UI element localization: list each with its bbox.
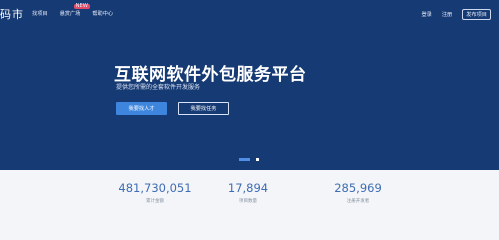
stat-label: 注册开发者 <box>346 199 370 204</box>
login-link[interactable]: 登录 <box>421 11 431 18</box>
logo[interactable]: 码市 <box>0 6 24 22</box>
hero-banner: 码市 找项目 悬赏广场 NEW 帮助中心 登录 注册 发布项目 互联网软件外包服… <box>0 0 499 170</box>
nav-item-help[interactable]: 帮助中心 <box>92 10 113 17</box>
carousel-indicators <box>239 158 259 161</box>
stat-value: 17,894 <box>227 181 269 195</box>
nav-item-bounty-label[interactable]: 悬赏广场 <box>60 11 81 17</box>
stat-label: 项目数量 <box>239 199 257 204</box>
stat-total-amount: 481,730,051 累计金额 <box>110 181 200 204</box>
stats-bar: 481,730,051 累计金额 17,894 项目数量 285,969 注册开… <box>0 170 499 229</box>
publish-project-button[interactable]: 发布项目 <box>462 9 491 20</box>
stat-value: 481,730,051 <box>118 181 192 195</box>
stat-label: 累计金额 <box>146 199 164 204</box>
account-actions: 登录 注册 发布项目 <box>421 9 491 20</box>
stat-project-count: 17,894 项目数量 <box>220 181 276 204</box>
hero-subtitle: 提供您所需的全套软件开发服务 <box>116 84 201 91</box>
register-link[interactable]: 注册 <box>442 11 452 18</box>
new-badge: NEW <box>73 3 90 9</box>
stat-value: 285,969 <box>334 181 382 195</box>
stat-developers: 285,969 注册开发者 <box>325 181 391 204</box>
find-task-button[interactable]: 我要找任务 <box>178 102 229 115</box>
carousel-dot[interactable] <box>256 158 259 161</box>
main-nav: 找项目 悬赏广场 NEW 帮助中心 <box>32 3 113 17</box>
nav-item-projects[interactable]: 找项目 <box>32 10 48 17</box>
nav-item-bounty[interactable]: 悬赏广场 NEW <box>60 3 90 17</box>
find-talent-button[interactable]: 我要找人才 <box>116 102 167 115</box>
carousel-dot-active[interactable] <box>239 158 250 161</box>
